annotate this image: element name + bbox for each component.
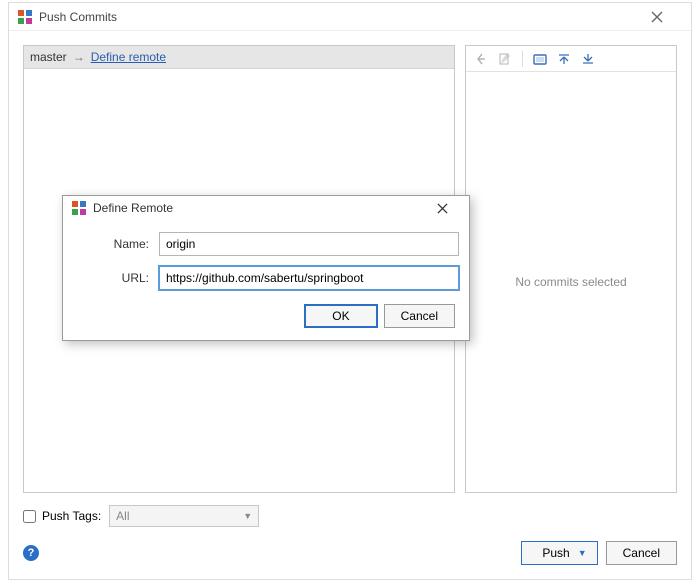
group-icon[interactable] (531, 50, 549, 68)
push-commits-title: Push Commits (39, 10, 651, 24)
branch-row[interactable]: master → Define remote (24, 46, 454, 69)
push-button[interactable]: Push ▼ (521, 541, 597, 565)
define-remote-buttons: OK Cancel (73, 300, 459, 328)
footer-row: ? Push ▼ Cancel (23, 527, 677, 565)
details-toolbar (466, 46, 676, 72)
navigate-back-icon[interactable] (472, 50, 490, 68)
cancel-button[interactable]: Cancel (606, 541, 677, 565)
collapse-all-icon[interactable] (579, 50, 597, 68)
app-icon (17, 9, 33, 25)
edit-icon[interactable] (496, 50, 514, 68)
push-tags-input[interactable] (23, 510, 36, 523)
cancel-button[interactable]: Cancel (384, 304, 455, 328)
details-pane: No commits selected (465, 45, 677, 493)
url-row: URL: (73, 266, 459, 290)
name-row: Name: (73, 232, 459, 256)
push-button-label: Push (542, 546, 569, 560)
url-label: URL: (73, 271, 159, 285)
branch-name: master (30, 50, 67, 64)
push-tags-combo[interactable]: All ▼ (109, 505, 259, 527)
ok-button[interactable]: OK (304, 304, 377, 328)
toolbar-separator (522, 51, 523, 67)
name-field[interactable] (159, 232, 459, 256)
define-remote-title: Define Remote (93, 201, 437, 215)
push-commits-titlebar[interactable]: Push Commits (9, 3, 691, 31)
push-tags-label: Push Tags: (42, 509, 101, 523)
app-icon (71, 200, 87, 216)
define-remote-dialog: Define Remote Name: URL: OK Cancel (62, 195, 470, 341)
options-row: Push Tags: All ▼ (23, 493, 677, 527)
close-icon[interactable] (651, 11, 683, 23)
push-tags-combo-value: All (116, 509, 129, 523)
no-commits-label: No commits selected (466, 72, 676, 492)
name-label: Name: (73, 237, 159, 251)
arrow-icon: → (73, 50, 85, 64)
define-remote-titlebar[interactable]: Define Remote (63, 196, 469, 220)
chevron-down-icon: ▼ (243, 511, 252, 521)
define-remote-body: Name: URL: OK Cancel (63, 220, 469, 340)
push-tags-checkbox[interactable]: Push Tags: (23, 509, 101, 523)
expand-all-icon[interactable] (555, 50, 573, 68)
close-icon[interactable] (437, 203, 461, 214)
url-field[interactable] (159, 266, 459, 290)
chevron-down-icon: ▼ (578, 548, 587, 558)
define-remote-link[interactable]: Define remote (91, 50, 166, 64)
help-icon[interactable]: ? (23, 545, 39, 561)
